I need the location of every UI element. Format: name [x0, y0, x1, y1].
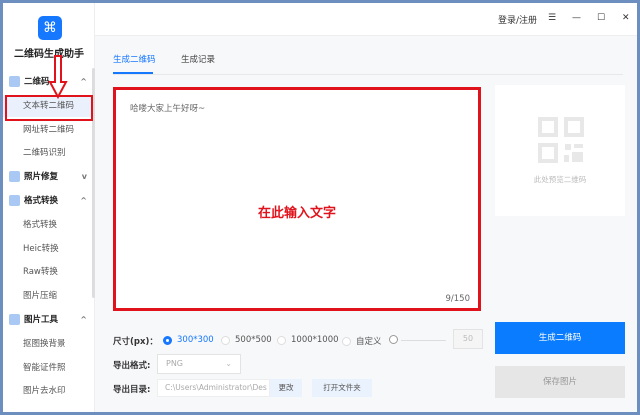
sidebar-item-label: 二维码识别	[23, 148, 66, 159]
format-label: 导出格式:	[113, 361, 151, 371]
tab-history[interactable]: 生成记录	[181, 53, 215, 65]
sidebar-item-label: 照片修复	[24, 172, 59, 183]
sidebar-item-label: Raw转换	[23, 267, 58, 278]
size-option-label: 500*500	[235, 335, 272, 345]
qr-preview: 此处预览二维码	[495, 85, 625, 216]
section-icon	[9, 171, 20, 183]
dir-label: 导出目录:	[113, 385, 151, 395]
sidebar-item-label: 网址转二维码	[23, 124, 75, 135]
app-logo-icon: ⌘	[38, 16, 62, 40]
open-folder-button[interactable]: 打开文件夹	[312, 379, 372, 397]
sidebar-section[interactable]: 图片工具 ^	[3, 309, 95, 331]
annotation-highlight-box	[5, 95, 93, 121]
custom-size-slider-handle[interactable]	[389, 335, 398, 344]
login-link[interactable]: 登录/注册	[498, 13, 537, 26]
text-input[interactable]: 哈喽大家上午好呀~ 在此输入文字 9/150	[113, 87, 481, 311]
sidebar-item-label: 图片压缩	[23, 291, 58, 302]
size-option-label: 300*300	[177, 335, 214, 345]
size-option-label: 1000*1000	[291, 335, 339, 345]
sidebar-section[interactable]: 格式转换 ^	[3, 190, 95, 212]
section-icon	[9, 76, 20, 87]
sidebar: ⌘ 二维码生成助手 二维码 ^ 文本转二维码 网址转二维码 二维码识别 照片修复 v 格式转换…	[3, 3, 95, 412]
char-counter: 9/150	[445, 294, 471, 304]
text-input-value[interactable]: 哈喽大家上午好呀~	[130, 102, 205, 114]
tab-divider	[113, 74, 623, 75]
qr-placeholder-icon	[538, 117, 584, 163]
sidebar-item[interactable]: Heic转换	[3, 238, 95, 260]
annotation-arrow-icon	[48, 55, 68, 99]
sidebar-item[interactable]: 网址转二维码	[3, 119, 95, 141]
generate-button[interactable]: 生成二维码	[495, 322, 625, 354]
close-icon[interactable]: ✕	[622, 13, 630, 23]
chevron-icon[interactable]: ^	[80, 190, 87, 212]
chevron-down-icon: ⌄	[225, 359, 232, 368]
tab-active-indicator	[113, 72, 153, 74]
custom-size-slider[interactable]	[401, 340, 446, 341]
maximize-icon[interactable]: ☐	[597, 13, 605, 23]
size-option-custom[interactable]: 自定义	[342, 335, 382, 347]
sidebar-item[interactable]: 格式转换	[3, 214, 95, 236]
chevron-icon[interactable]: v	[82, 166, 87, 188]
sidebar-item-label: 格式转换	[23, 219, 58, 230]
section-icon	[9, 314, 20, 325]
sidebar-item[interactable]: 二维码识别	[3, 142, 95, 164]
preview-placeholder: 此处预览二维码	[533, 175, 587, 184]
section-icon	[9, 195, 20, 206]
tab-generate[interactable]: 生成二维码	[113, 53, 156, 65]
sidebar-item[interactable]: 图片压缩	[3, 285, 95, 307]
sidebar-section[interactable]: 照片修复 v	[3, 166, 95, 188]
size-option-300[interactable]: 300*300	[163, 335, 214, 345]
change-dir-button[interactable]: 更改	[270, 379, 302, 397]
menu-icon[interactable]: ☰	[548, 13, 556, 23]
size-option-label: 自定义	[356, 337, 382, 347]
sidebar-item-label: 图片工具	[24, 315, 59, 325]
sidebar-item[interactable]: 抠图换背景	[3, 333, 95, 355]
annotation-label: 在此输入文字	[257, 206, 336, 221]
sidebar-item[interactable]: 智能证件照	[3, 357, 95, 379]
save-button[interactable]: 保存图片	[495, 366, 625, 398]
sidebar-item[interactable]: 图片去水印	[3, 380, 95, 402]
sidebar-item-label: 智能证件照	[23, 362, 66, 373]
size-label: 尺寸(px)：	[113, 337, 158, 347]
dir-input[interactable]: C:\Users\Administrator\Des	[157, 379, 270, 397]
sidebar-item-label: 图片去水印	[23, 386, 66, 397]
format-value: PNG	[166, 359, 184, 368]
custom-size-input[interactable]: 50	[453, 329, 483, 349]
app-window: ⌘ 二维码生成助手 二维码 ^ 文本转二维码 网址转二维码 二维码识别 照片修复 v 格式转换…	[3, 3, 637, 412]
size-option-500[interactable]: 500*500	[221, 335, 272, 345]
sidebar-item-label: 二维码	[24, 77, 50, 87]
chevron-icon[interactable]: ^	[80, 71, 87, 93]
minimize-icon[interactable]: —	[572, 13, 581, 23]
size-option-1000[interactable]: 1000*1000	[277, 335, 339, 345]
title-bar: 登录/注册 ☰ — ☐ ✕	[95, 3, 637, 36]
sidebar-item-label: 格式转换	[24, 196, 59, 206]
sidebar-item-label: 抠图换背景	[23, 338, 66, 349]
sidebar-item-label: Heic转换	[23, 243, 59, 254]
sidebar-item[interactable]: Raw转换	[3, 261, 95, 283]
format-select[interactable]: PNG ⌄	[157, 354, 241, 374]
chevron-icon[interactable]: ^	[80, 309, 87, 331]
